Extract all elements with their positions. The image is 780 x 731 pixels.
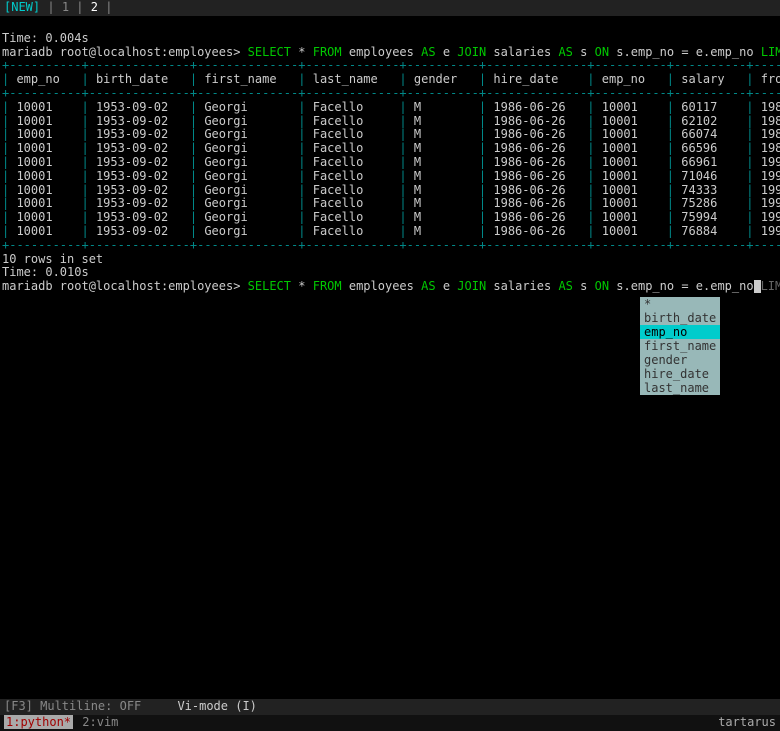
autocomplete-item[interactable]: gender <box>640 353 720 367</box>
autocomplete-item[interactable]: emp_no <box>640 325 720 339</box>
cursor <box>754 280 761 293</box>
autocomplete-item[interactable]: last_name <box>640 381 720 395</box>
prompt: mariadb root@localhost:employees> <box>2 45 240 59</box>
tab-2[interactable]: 2 <box>91 0 98 14</box>
tmux-window-1[interactable]: 1:python* <box>4 715 73 729</box>
autocomplete-item[interactable]: first_name <box>640 339 720 353</box>
query-line-2[interactable]: mariadb root@localhost:employees> SELECT… <box>2 280 778 294</box>
autocomplete-popup[interactable]: * birth_dateemp_no first_namegender hire… <box>640 297 720 395</box>
tab-1[interactable]: 1 <box>62 0 69 14</box>
autocomplete-item[interactable]: birth_date <box>640 311 720 325</box>
status-bar: [F3] Multiline: OFF Vi-mode (I) <box>0 699 780 715</box>
top-tab-bar[interactable]: [NEW] | 1 | 2 | <box>0 0 780 16</box>
tmux-hostname: tartarus <box>718 716 776 730</box>
new-tab-label[interactable]: [NEW] <box>4 0 40 14</box>
rows-in-set: 10 rows in set <box>2 253 778 267</box>
timing-1: Time: 0.004s <box>2 32 778 46</box>
vi-mode-indicator: Vi-mode (I) <box>177 699 256 713</box>
multiline-indicator: [F3] Multiline: OFF <box>4 699 141 713</box>
query-line-1: mariadb root@localhost:employees> SELECT… <box>2 46 778 60</box>
tmux-window-2[interactable]: 2:vim <box>80 715 120 729</box>
tmux-status-bar[interactable]: 1:python* 2:vim tartarus <box>0 715 780 731</box>
terminal-content[interactable]: Time: 0.004s mariadb root@localhost:empl… <box>0 16 780 296</box>
timing-2: Time: 0.010s <box>2 266 778 280</box>
autocomplete-item[interactable]: hire_date <box>640 367 720 381</box>
autocomplete-item[interactable]: * <box>640 297 720 311</box>
result-table: +----------+--------------+-------------… <box>2 59 778 252</box>
